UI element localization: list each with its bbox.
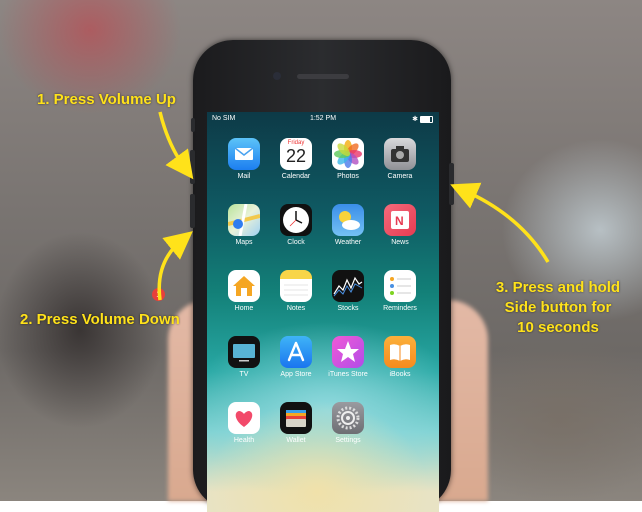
annotation-step-1: 1. Press Volume Up — [37, 91, 176, 108]
arrow-volume-up — [158, 111, 194, 180]
annotation-step-3: 3. Press and hold Side button for 10 sec… — [478, 278, 638, 338]
arrow-side-button — [450, 182, 550, 263]
arrow-volume-down — [157, 231, 193, 301]
annotation-step-3-line-1: 3. Press and hold — [495, 279, 621, 296]
annotation-arrows — [157, 111, 550, 301]
annotation-step-2: 2. Press Volume Down — [20, 311, 180, 328]
annotation-step-3-line-2: Side button for — [504, 299, 612, 316]
annotation-step-3-line-3: 10 seconds — [517, 319, 599, 336]
